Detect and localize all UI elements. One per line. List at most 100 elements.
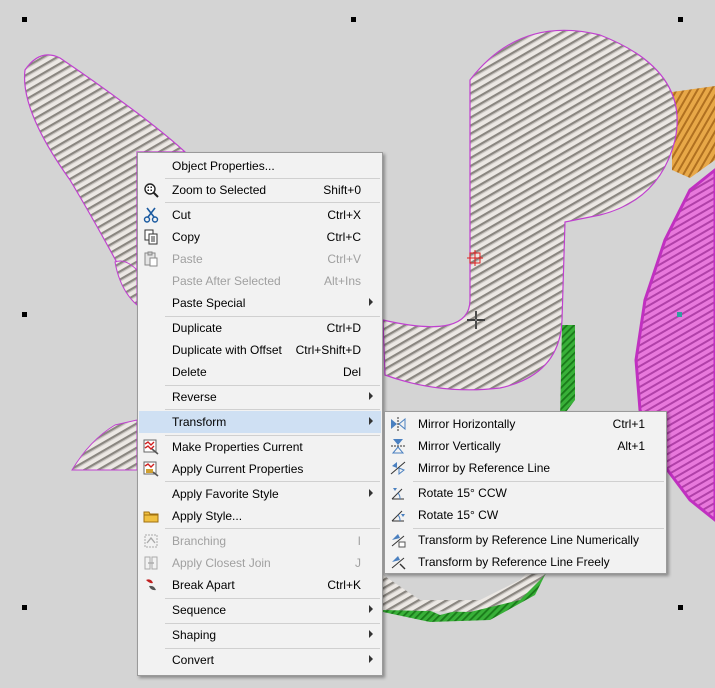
selection-handle-bottom-left[interactable] — [22, 605, 27, 610]
menu-item-label: Zoom to Selected — [172, 183, 267, 197]
submenu-arrow-icon — [369, 655, 373, 663]
scissors-icon — [143, 207, 159, 223]
selection-handle-top-left[interactable] — [22, 17, 27, 22]
menu-item-label: Cut — [172, 208, 191, 222]
menu-item-label: Duplicate with Offset — [172, 343, 282, 357]
menu-item-delete[interactable]: Delete Del — [139, 361, 381, 383]
menu-item-label: Apply Favorite Style — [172, 487, 279, 501]
menu-item-paste-special[interactable]: Paste Special — [139, 292, 381, 314]
selection-handle-left-middle[interactable] — [22, 312, 27, 317]
menu-item-shortcut: I — [357, 534, 361, 548]
menu-item-apply-style[interactable]: Apply Style... — [139, 505, 381, 527]
menu-item-transform[interactable]: Transform — [139, 411, 381, 433]
menu-item-mirror-by-reference-line[interactable]: Mirror by Reference Line — [386, 457, 665, 479]
menu-item-shortcut: Alt+Ins — [323, 274, 361, 288]
menu-item-shortcut: Shift+0 — [323, 183, 361, 197]
menu-item-apply-closest-join[interactable]: Apply Closest Join J — [139, 552, 381, 574]
zoom-icon — [143, 182, 159, 198]
menu-item-duplicate-with-offset[interactable]: Duplicate with Offset Ctrl+Shift+D — [139, 339, 381, 361]
submenu-arrow-icon — [369, 489, 373, 497]
menu-item-label: Apply Current Properties — [172, 462, 304, 476]
menu-item-shortcut: Ctrl+K — [327, 578, 361, 592]
menu-separator — [165, 202, 380, 203]
menu-item-label: Shaping — [172, 628, 217, 642]
menu-item-transform-by-reference-line-numerically[interactable]: Transform by Reference Line Numerically — [386, 529, 665, 551]
paste-icon — [143, 251, 159, 267]
menu-item-rotate-15-cw[interactable]: Rotate 15° CW — [386, 504, 665, 526]
white-neck-shape[interactable] — [382, 29, 678, 391]
menu-item-label: Paste — [172, 252, 203, 266]
menu-item-object-properties[interactable]: Object Properties... — [139, 155, 381, 177]
menu-item-zoom-to-selected[interactable]: Zoom to Selected Shift+0 — [139, 179, 381, 201]
menu-item-label: Convert — [172, 653, 215, 667]
menu-item-label: Rotate 15° CCW — [418, 486, 507, 500]
menu-item-reverse[interactable]: Reverse — [139, 386, 381, 408]
apply-properties-icon — [143, 461, 159, 477]
menu-item-label: Make Properties Current — [172, 440, 303, 454]
transform-numeric-icon — [390, 532, 406, 548]
rotate-ccw-icon — [390, 485, 406, 501]
menu-item-label: Rotate 15° CW — [418, 508, 499, 522]
menu-item-convert[interactable]: Convert — [139, 649, 381, 671]
rotate-cw-icon — [390, 507, 406, 523]
green-strip-shape — [560, 325, 575, 420]
menu-item-label: Reverse — [172, 390, 217, 404]
menu-item-shaping[interactable]: Shaping — [139, 624, 381, 646]
menu-item-apply-current-properties[interactable]: Apply Current Properties — [139, 458, 381, 480]
menu-item-paste[interactable]: Paste Ctrl+V — [139, 248, 381, 270]
folder-icon — [143, 508, 159, 524]
context-menu: Object Properties... Zoom to Selected Sh… — [137, 152, 383, 676]
menu-item-shortcut: Del — [342, 365, 361, 379]
menu-item-label: Duplicate — [172, 321, 223, 335]
submenu-arrow-icon — [369, 605, 373, 613]
menu-item-break-apart[interactable]: Break Apart Ctrl+K — [139, 574, 381, 596]
menu-item-cut[interactable]: Cut Ctrl+X — [139, 204, 381, 226]
menu-item-make-properties-current[interactable]: Make Properties Current — [139, 436, 381, 458]
menu-item-label: Paste Special — [172, 296, 246, 310]
menu-item-label: Transform by Reference Line Freely — [418, 555, 610, 569]
white-feather-shape — [71, 419, 138, 471]
menu-item-label: Mirror Horizontally — [418, 417, 516, 431]
menu-item-mirror-horizontally[interactable]: Mirror Horizontally Ctrl+1 — [386, 413, 665, 435]
selection-handle-bottom-right[interactable] — [678, 605, 683, 610]
menu-item-shortcut: Ctrl+V — [327, 252, 361, 266]
submenu-arrow-icon — [369, 298, 373, 306]
menu-item-copy[interactable]: Copy Ctrl+C — [139, 226, 381, 248]
menu-item-shortcut: Ctrl+Shift+D — [295, 343, 361, 357]
menu-separator — [165, 528, 380, 529]
menu-item-label: Branching — [172, 534, 227, 548]
menu-separator — [165, 409, 380, 410]
menu-item-label: Apply Closest Join — [172, 556, 271, 570]
menu-item-duplicate[interactable]: Duplicate Ctrl+D — [139, 317, 381, 339]
closest-join-icon — [143, 555, 159, 571]
menu-item-label: Mirror by Reference Line — [418, 461, 551, 475]
menu-item-shortcut: Alt+1 — [617, 439, 645, 453]
menu-item-label: Object Properties... — [172, 159, 275, 173]
menu-item-transform-by-reference-line-freely[interactable]: Transform by Reference Line Freely — [386, 551, 665, 573]
menu-item-mirror-vertically[interactable]: Mirror Vertically Alt+1 — [386, 435, 665, 457]
selection-handle-top-right[interactable] — [678, 17, 683, 22]
menu-item-rotate-15-ccw[interactable]: Rotate 15° CCW — [386, 482, 665, 504]
orange-beak-shape — [672, 86, 715, 178]
copy-icon — [143, 229, 159, 245]
menu-item-branching[interactable]: Branching I — [139, 530, 381, 552]
break-apart-icon — [143, 577, 159, 593]
menu-item-label: Mirror Vertically — [418, 439, 501, 453]
menu-item-paste-after-selected[interactable]: Paste After Selected Alt+Ins — [139, 270, 381, 292]
menu-item-shortcut: Ctrl+X — [327, 208, 361, 222]
menu-item-label: Transform — [172, 415, 227, 429]
white-small-wing-shape — [114, 260, 138, 307]
menu-item-shortcut: J — [355, 556, 361, 570]
menu-item-label: Transform by Reference Line Numerically — [418, 533, 639, 547]
make-properties-icon — [143, 439, 159, 455]
menu-item-sequence[interactable]: Sequence — [139, 599, 381, 621]
menu-item-label: Apply Style... — [172, 509, 243, 523]
selection-handle-top-middle[interactable] — [351, 17, 356, 22]
submenu-arrow-icon — [369, 392, 373, 400]
menu-item-shortcut: Ctrl+1 — [612, 417, 645, 431]
transform-free-icon — [390, 554, 406, 570]
menu-item-apply-favorite-style[interactable]: Apply Favorite Style — [139, 483, 381, 505]
branching-icon — [143, 533, 159, 549]
submenu-arrow-icon — [369, 630, 373, 638]
mirror-reference-icon — [390, 460, 406, 476]
